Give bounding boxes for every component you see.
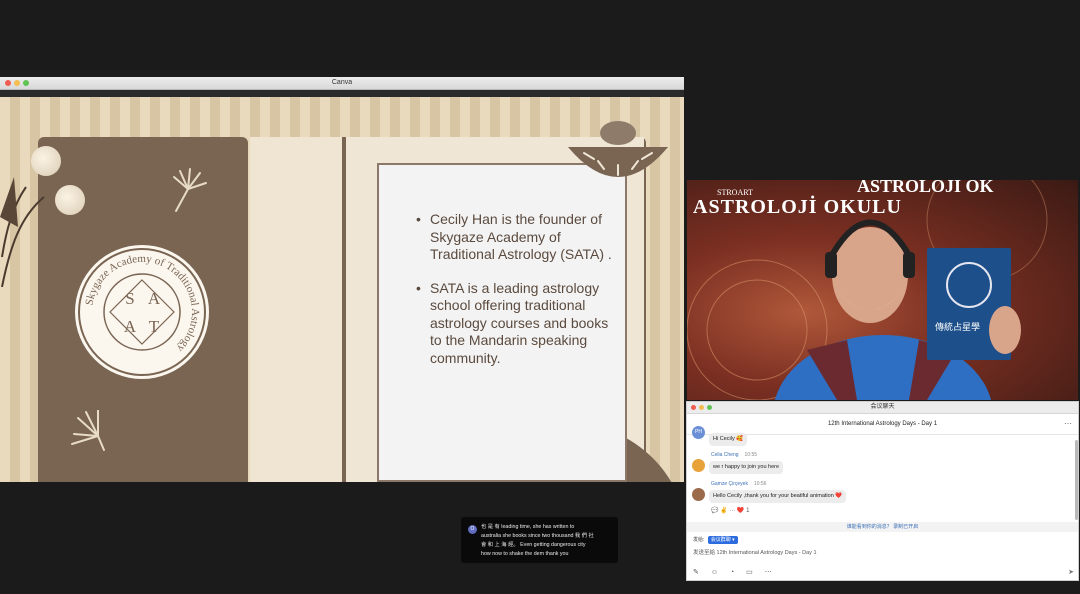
presentation-slide: Cecily Han is the founder of Skygaze Aca… [0,97,684,482]
slide-bullet-list: Cecily Han is the founder of Skygaze Aca… [414,211,614,383]
canva-titlebar: Canva [0,77,684,90]
format-icon[interactable]: ✎ [693,569,704,576]
more-icon[interactable]: ⋯ [765,569,777,576]
sender-name: Gamze Çirçeyek [711,481,748,487]
chat-message: Hi Cecily 🥰 [709,433,748,446]
message-reactions[interactable]: 💬 ✌ ··· ❤️ 1 [711,507,749,514]
logo-letter: S [125,289,134,308]
more-options-icon[interactable]: ⋯ [1064,414,1072,434]
canva-window: Canva Cecily Han is the founder of Skyga… [0,77,684,482]
fan-flower-icon [568,121,668,177]
cotton-flower-icon [55,185,85,215]
screenshot-icon[interactable]: ◔ [730,569,739,576]
sender-name: Celia Cheng [711,452,739,458]
chat-message: Hello Cecily ,thank you for your beatifu… [709,490,847,503]
avatar[interactable]: PH [692,426,705,439]
message-time: 10:55 [744,452,758,458]
chat-toolbar: ✎ ☺ ◔ ▭ ⋯ [693,568,777,576]
chat-scrollbar[interactable] [1075,440,1078,520]
emoji-icon[interactable]: ☺ [711,569,723,576]
message-sender: Gamze Çirçeyek 10:56 [711,481,766,487]
sata-logo-icon: Skygaze Academy of Traditional Astrology… [75,245,209,379]
video-banner-text: ASTROLOJİ OKULU [693,196,902,218]
recording-notice[interactable]: 谁能看到你的消息？ 录制已开启 [687,522,1078,532]
chat-titlebar: 会议聊天 [687,402,1078,414]
file-icon[interactable]: ▭ [746,569,758,576]
message-time: 10:56 [753,481,767,487]
chat-compose-input[interactable]: 发送至給 12th International Astrology Days -… [693,548,817,556]
caption-text: 也 是 有 leading time, she has written to a… [481,524,594,557]
video-banner-right: ASTROLOJI OK [857,180,994,196]
chat-message: we r happy to join you here [709,461,784,474]
canva-window-title: Canva [331,79,353,86]
book-title: 傳統占星學 [935,323,981,333]
chat-header: 12th International Astrology Days - Day … [687,414,1078,435]
video-banner-small: STROART [717,188,753,197]
chat-window-title: 会议聊天 [870,404,895,410]
meeting-chat-window: 会议聊天 12th International Astrology Days -… [686,401,1079,581]
cotton-flower-icon [31,146,61,176]
slide-bullet-sata: SATA is a leading astrology school offer… [414,280,614,368]
avatar[interactable] [692,459,705,472]
send-to-row: 发给: 会议群聊 ▾ [693,536,738,544]
avatar[interactable] [692,488,705,501]
wheat-sprig-icon [71,410,105,451]
logo-letter: T [149,317,160,336]
caption-speaker-icon: O [468,525,477,534]
wheat-sprig-icon [173,168,207,212]
send-icon[interactable]: ➤ [1068,568,1074,576]
slide-bullet-founder: Cecily Han is the founder of Skygaze Aca… [414,211,614,264]
logo-letter: A [124,317,137,336]
send-to-label: 发给: [693,537,705,543]
message-sender: Celia Cheng 10:55 [711,452,757,458]
slide-middle-panel [250,137,342,482]
recipient-dropdown[interactable]: 会议群聊 ▾ [707,536,738,544]
chat-meeting-title: 12th International Astrology Days - Day … [827,421,938,427]
live-caption-box: O 也 是 有 leading time, she has written to… [461,517,618,563]
speaker-video-tile[interactable]: ASTROLOJİ OKULU STROART ASTROLOJI OK 傳統占… [687,180,1078,400]
logo-letter: A [148,289,161,308]
